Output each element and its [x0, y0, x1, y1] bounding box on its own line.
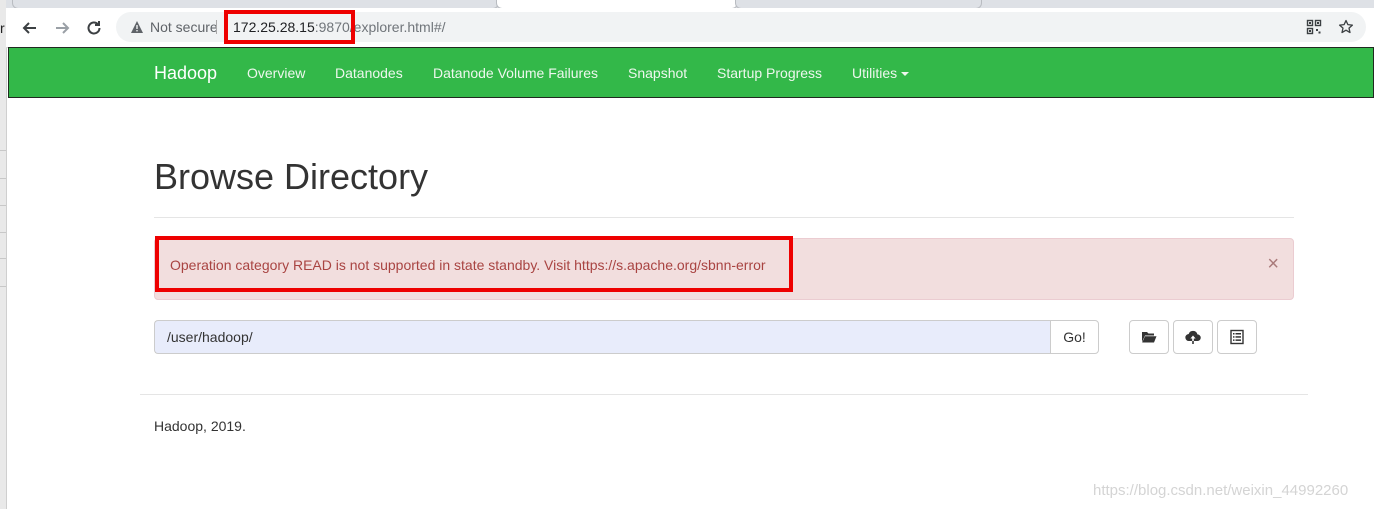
nav-item-utilities-label: Utilities [852, 65, 898, 81]
background-window-divider [0, 232, 6, 233]
caret-down-icon [901, 72, 910, 77]
background-window-glyph: r [0, 20, 5, 36]
background-window-edge: r [0, 0, 7, 509]
upload-files-button[interactable] [1173, 320, 1213, 354]
browser-tab-strip [6, 0, 1374, 9]
nav-item-snapshot[interactable]: Snapshot [628, 65, 687, 81]
qr-code-icon[interactable] [1306, 19, 1322, 35]
nav-item-datanode-volume-failures[interactable]: Datanode Volume Failures [433, 65, 598, 81]
directory-path-input[interactable] [154, 320, 1051, 354]
background-window-divider [0, 258, 6, 259]
nav-item-datanodes[interactable]: Datanodes [335, 65, 403, 81]
browser-toolbar: Not secure 172.25.28.15:9870/explorer.ht… [6, 8, 1374, 48]
hadoop-navbar: Hadoop Overview Datanodes Datanode Volum… [8, 47, 1374, 98]
warning-triangle-icon[interactable] [130, 20, 144, 34]
address-separator [216, 20, 217, 34]
security-label[interactable]: Not secure [150, 19, 218, 35]
cloud-upload-icon [1185, 330, 1201, 344]
create-directory-button[interactable] [1129, 320, 1169, 354]
nav-item-overview[interactable]: Overview [247, 65, 305, 81]
alert-highlight-box [155, 236, 793, 292]
background-window-divider [0, 178, 6, 179]
page-title: Browse Directory [154, 156, 429, 197]
go-button[interactable]: Go! [1050, 320, 1099, 354]
footer-divider [140, 394, 1308, 395]
background-window-divider [0, 150, 6, 151]
footer-text: Hadoop, 2019. [154, 418, 246, 434]
title-divider [154, 217, 1294, 218]
background-window-divider [0, 286, 6, 287]
list-icon [1230, 329, 1244, 345]
nav-item-startup-progress[interactable]: Startup Progress [717, 65, 822, 81]
arrow-right-icon [56, 22, 70, 34]
cut-paste-button[interactable] [1217, 320, 1257, 354]
navbar-brand[interactable]: Hadoop [154, 63, 217, 84]
reload-button[interactable] [82, 16, 106, 40]
watermark-text: https://blog.csdn.net/weixin_44992260 [1093, 482, 1349, 499]
nav-item-utilities[interactable]: Utilities [852, 65, 910, 81]
folder-open-icon [1142, 332, 1157, 343]
background-window-divider [0, 205, 6, 206]
star-icon[interactable] [1338, 19, 1354, 35]
reload-icon [87, 21, 101, 35]
forward-button[interactable] [50, 16, 74, 40]
close-icon[interactable]: × [1267, 254, 1279, 274]
back-button[interactable] [18, 16, 42, 40]
url-highlight-box [224, 10, 355, 44]
arrow-left-icon [22, 22, 36, 34]
